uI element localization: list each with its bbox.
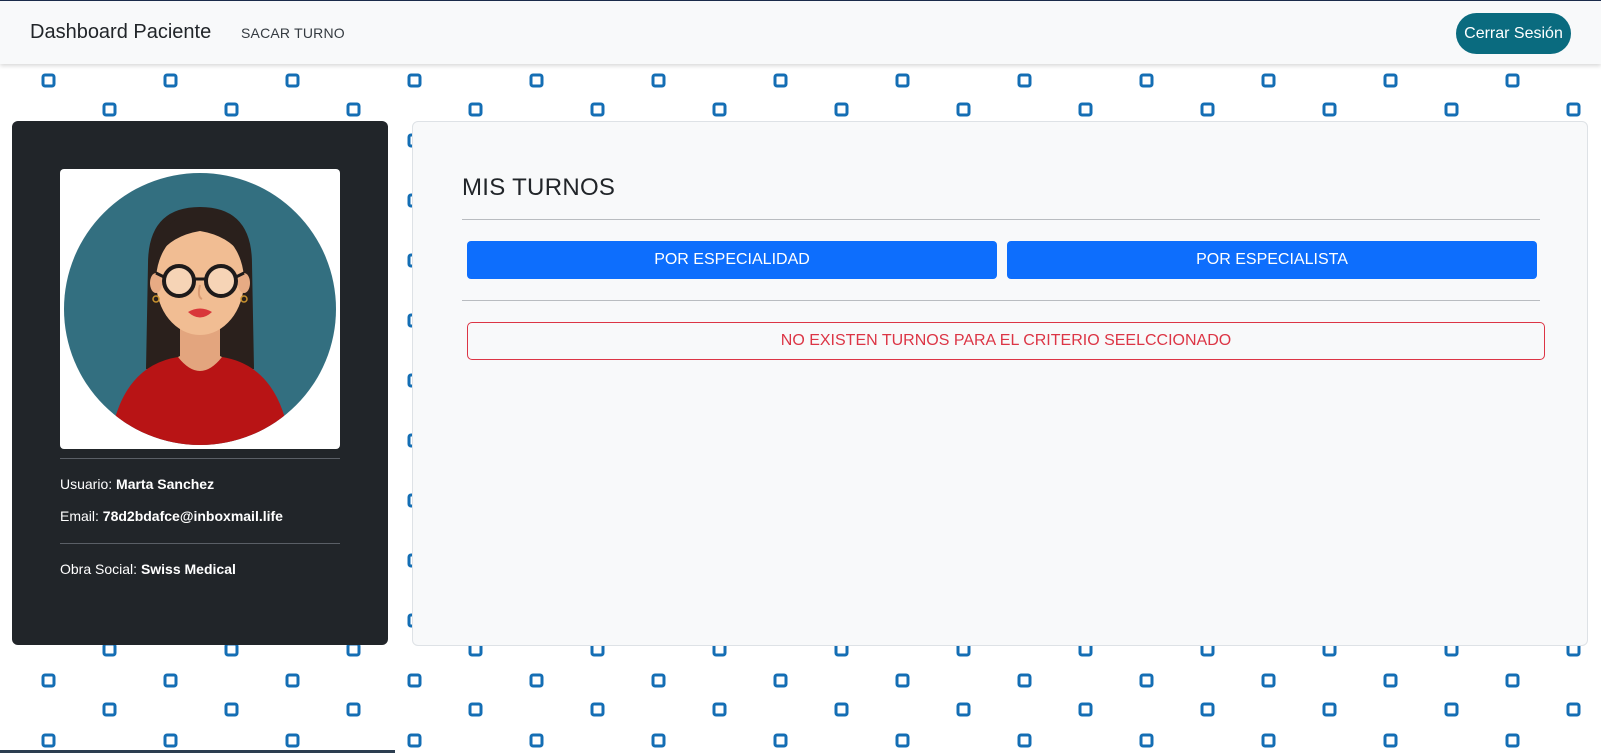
profile-email-label: Email: [60, 508, 99, 524]
profile-insurance-label: Obra Social: [60, 561, 138, 577]
navbar: Dashboard Paciente SACAR TURNO Cerrar Se… [0, 0, 1601, 64]
page-title: MIS TURNOS [462, 174, 616, 201]
profile-user-label: Usuario: [60, 476, 113, 492]
filter-divider [462, 300, 1540, 301]
title-divider [462, 219, 1540, 220]
turnos-panel: MIS TURNOS POR ESPECIALIDAD POR ESPECIAL… [412, 121, 1588, 646]
profile-insurance-value: Swiss Medical [140, 561, 236, 577]
logout-button[interactable]: Cerrar Sesión [1456, 13, 1571, 54]
profile-card: Usuario: Marta Sanchez Email: 78d2bdafce… [12, 121, 388, 645]
profile-email: Email: 78d2bdafce@inboxmail.life [60, 508, 283, 524]
profile-user: Usuario: Marta Sanchez [60, 476, 214, 492]
filter-by-specialist-button[interactable]: POR ESPECIALISTA [1007, 241, 1537, 279]
empty-turnos-alert: NO EXISTEN TURNOS PARA EL CRITERIO SEELC… [467, 322, 1545, 360]
avatar [60, 169, 340, 449]
filter-by-specialty-button[interactable]: POR ESPECIALIDAD [467, 241, 997, 279]
profile-divider [60, 543, 340, 544]
female-avatar-icon [64, 173, 336, 445]
profile-user-value: Marta Sanchez [116, 476, 215, 492]
profile-insurance: Obra Social: Swiss Medical [60, 561, 236, 577]
navbar-brand[interactable]: Dashboard Paciente [30, 21, 211, 44]
profile-divider [60, 458, 340, 459]
profile-email-value: 78d2bdafce@inboxmail.life [102, 508, 283, 524]
nav-link-sacar-turno[interactable]: SACAR TURNO [241, 25, 345, 41]
